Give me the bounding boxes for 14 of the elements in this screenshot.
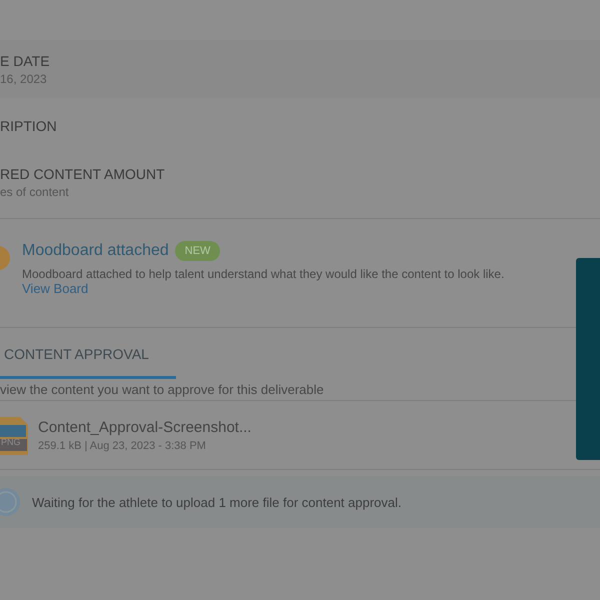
view-board-link[interactable]: View Board [22,281,504,296]
moodboard-title: Moodboard attached [22,242,169,260]
file-meta: 259.1 kB | Aug 23, 2023 - 3:38 PM [38,440,207,452]
moodboard-description: Moodboard attached to help talent understand what they would like the content to look like. [22,267,504,281]
png-file-icon [0,415,28,455]
field-label: RIPTION [0,118,58,134]
field-value: es of content [0,184,70,198]
moodboard-icon [0,243,12,273]
tab[interactable]: CONTENT APPROVAL [0,346,176,379]
new-badge: NEW [174,241,220,261]
field-label: RED CONTENT AMOUNT [0,166,166,182]
field-label: E DATE [0,52,51,68]
notice-text: Waiting for the athlete to upload 1 more file for content approval. [32,494,402,510]
file-name[interactable]: Content_Approval-Screenshot... [38,418,252,436]
